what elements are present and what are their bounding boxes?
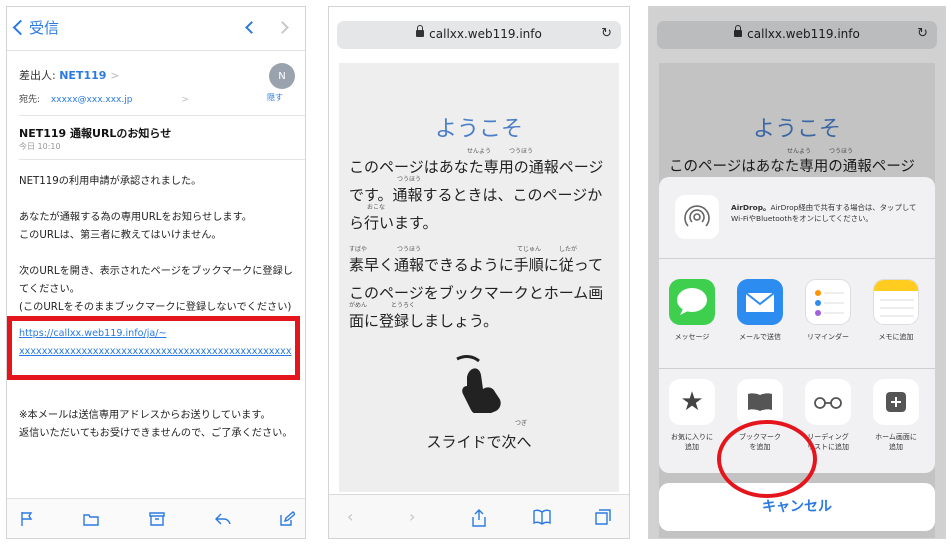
action-label: お気に入りに 追加 xyxy=(671,433,713,451)
action-label: ホーム画面に 追加 xyxy=(875,433,917,451)
url-text: callxx.web119.info xyxy=(337,25,621,41)
highlight-circle xyxy=(717,420,817,498)
mail-date: 今日 10:10 xyxy=(19,142,61,151)
share-mail[interactable]: メールで送信 xyxy=(729,279,791,342)
messages-icon xyxy=(669,279,715,325)
share-icon[interactable] xyxy=(471,509,487,527)
notes-icon xyxy=(873,279,919,325)
airdrop-title: AirDrop。 xyxy=(731,203,771,212)
app-label: メモに追加 xyxy=(878,333,914,341)
back-arrow-icon[interactable]: ‹ xyxy=(347,507,353,526)
slide-next-label[interactable]: スライドで次へ xyxy=(339,431,619,452)
mail-screen: 受信 差出人: NET119 > N 宛先: xxxxx@xxx.xxx.jp >… xyxy=(6,6,306,539)
mail-footer: ※本メールは送信専用アドレスからお送りしています。 返信いただいてもお受けできま… xyxy=(19,410,293,439)
folder-icon[interactable] xyxy=(83,511,99,527)
reply-icon[interactable] xyxy=(215,511,231,527)
hide-details-link[interactable]: 隠す xyxy=(267,92,283,103)
body-paragraph: 次のURLを開き、表示されたページをブックマークに登録してください。 (このUR… xyxy=(19,266,293,313)
sender-row: 差出人: NET119 > xyxy=(19,67,120,83)
chevron-left-icon xyxy=(12,19,29,36)
safari-welcome-screen: callxx.web119.info ↻ ようこそ せんよう つうほう つうほう… xyxy=(328,6,630,539)
share-apps-row: メッセージ メールで送信 リマインダー メモに追加 xyxy=(659,259,935,369)
partial-action[interactable]: ペ xyxy=(929,379,935,442)
ruby-annotation: つうほう xyxy=(397,246,422,253)
compose-icon[interactable] xyxy=(279,511,295,527)
ruby-annotation: てじゅん xyxy=(517,246,542,253)
reminders-icon xyxy=(805,279,851,325)
app-label: メッセージ xyxy=(674,333,710,341)
airdrop-icon xyxy=(675,195,719,239)
chevron-right-icon: > xyxy=(181,95,189,105)
plus-icon xyxy=(873,379,919,425)
url-label: callxx.web119.info xyxy=(429,27,542,41)
web-content: ようこそ せんよう つうほう つうほう おこな このページはあなた専用の通報ペー… xyxy=(339,63,619,492)
message-nav-arrows xyxy=(245,21,289,34)
safari-toolbar: ‹ › xyxy=(329,494,629,538)
ruby-annotation: すばや xyxy=(349,246,368,253)
star-icon: ★ xyxy=(669,379,715,425)
instruction-paragraph: 素早く通報できるように手順に従ってこのページをブックマークとホーム画面に登録しま… xyxy=(349,256,604,330)
bookmarks-icon[interactable] xyxy=(533,509,551,525)
mail-icon xyxy=(737,279,783,325)
book-icon xyxy=(737,379,783,425)
archive-icon[interactable] xyxy=(149,511,165,527)
to-label: 宛先: xyxy=(19,95,41,105)
next-message-icon[interactable] xyxy=(276,21,289,34)
mail-toolbar xyxy=(7,498,305,538)
chevron-right-icon: > xyxy=(110,69,120,82)
share-reminders[interactable]: リマインダー xyxy=(797,279,859,342)
safari-share-sheet-screen: callxx.web119.info ↻ ようこそ せんよう つうほう このペー… xyxy=(648,6,946,539)
divider xyxy=(19,115,305,116)
airdrop-row[interactable]: AirDrop。AirDrop経由で共有する場合は、タップしてWi-FiやBlu… xyxy=(659,177,935,259)
sender-name[interactable]: NET119 xyxy=(59,69,106,82)
welcome-heading: ようこそ xyxy=(434,117,523,142)
ruby-annotation: とうろく xyxy=(391,302,416,309)
share-messages[interactable]: メッセージ xyxy=(661,279,723,342)
lock-icon xyxy=(416,25,425,37)
share-notes[interactable]: メモに追加 xyxy=(865,279,927,342)
tabs-icon[interactable] xyxy=(595,509,611,525)
ruby-annotation: がめん xyxy=(349,302,368,309)
body-paragraph: NET119の利用申請が承認されました。 xyxy=(19,176,202,187)
highlight-box xyxy=(7,316,300,380)
ruby-annotation: つぎ xyxy=(515,420,528,427)
recipient-address[interactable]: xxxxx@xxx.xxx.jp xyxy=(51,95,133,105)
add-to-favorites[interactable]: ★ お気に入りに 追加 xyxy=(661,379,723,452)
previous-message-icon[interactable] xyxy=(245,21,258,34)
mail-nav-bar: 受信 xyxy=(7,7,305,51)
glasses-icon xyxy=(805,379,851,425)
address-bar[interactable]: callxx.web119.info ↻ xyxy=(337,21,621,49)
swipe-gesture-icon xyxy=(456,355,501,413)
avatar: N xyxy=(269,63,295,89)
body-paragraph: あなたが通報する為の専用URLをお知らせします。 このURLは、第三者に教えては… xyxy=(19,212,252,241)
add-to-home-screen[interactable]: ホーム画面に 追加 xyxy=(865,379,927,452)
ruby-annotation: したが xyxy=(559,246,578,253)
flag-icon[interactable] xyxy=(19,511,35,527)
back-to-inbox-button[interactable]: 受信 xyxy=(12,17,60,38)
app-label: メールで送信 xyxy=(739,333,781,341)
action-label: ペ xyxy=(929,432,935,442)
mail-body: NET119の利用申請が承認されました。 あなたが通報する為の専用URLをお知ら… xyxy=(19,173,299,335)
airdrop-description: AirDrop。AirDrop経由で共有する場合は、タップしてWi-FiやBlu… xyxy=(731,202,927,224)
forward-arrow-icon[interactable]: › xyxy=(409,507,415,526)
reload-icon[interactable]: ↻ xyxy=(601,26,612,41)
back-label: 受信 xyxy=(29,19,60,37)
from-label: 差出人: xyxy=(19,69,56,82)
instruction-paragraph: このページはあなた専用の通報ページです。通報するときは、このページから行います。 xyxy=(349,158,604,232)
share-partial-app[interactable] xyxy=(929,279,935,325)
mail-subject: NET119 通報URLのお知らせ xyxy=(19,127,172,140)
app-label: リマインダー xyxy=(807,333,849,341)
recipient-row: 宛先: xxxxx@xxx.xxx.jp > 隠す xyxy=(19,92,289,105)
divider xyxy=(19,159,305,160)
